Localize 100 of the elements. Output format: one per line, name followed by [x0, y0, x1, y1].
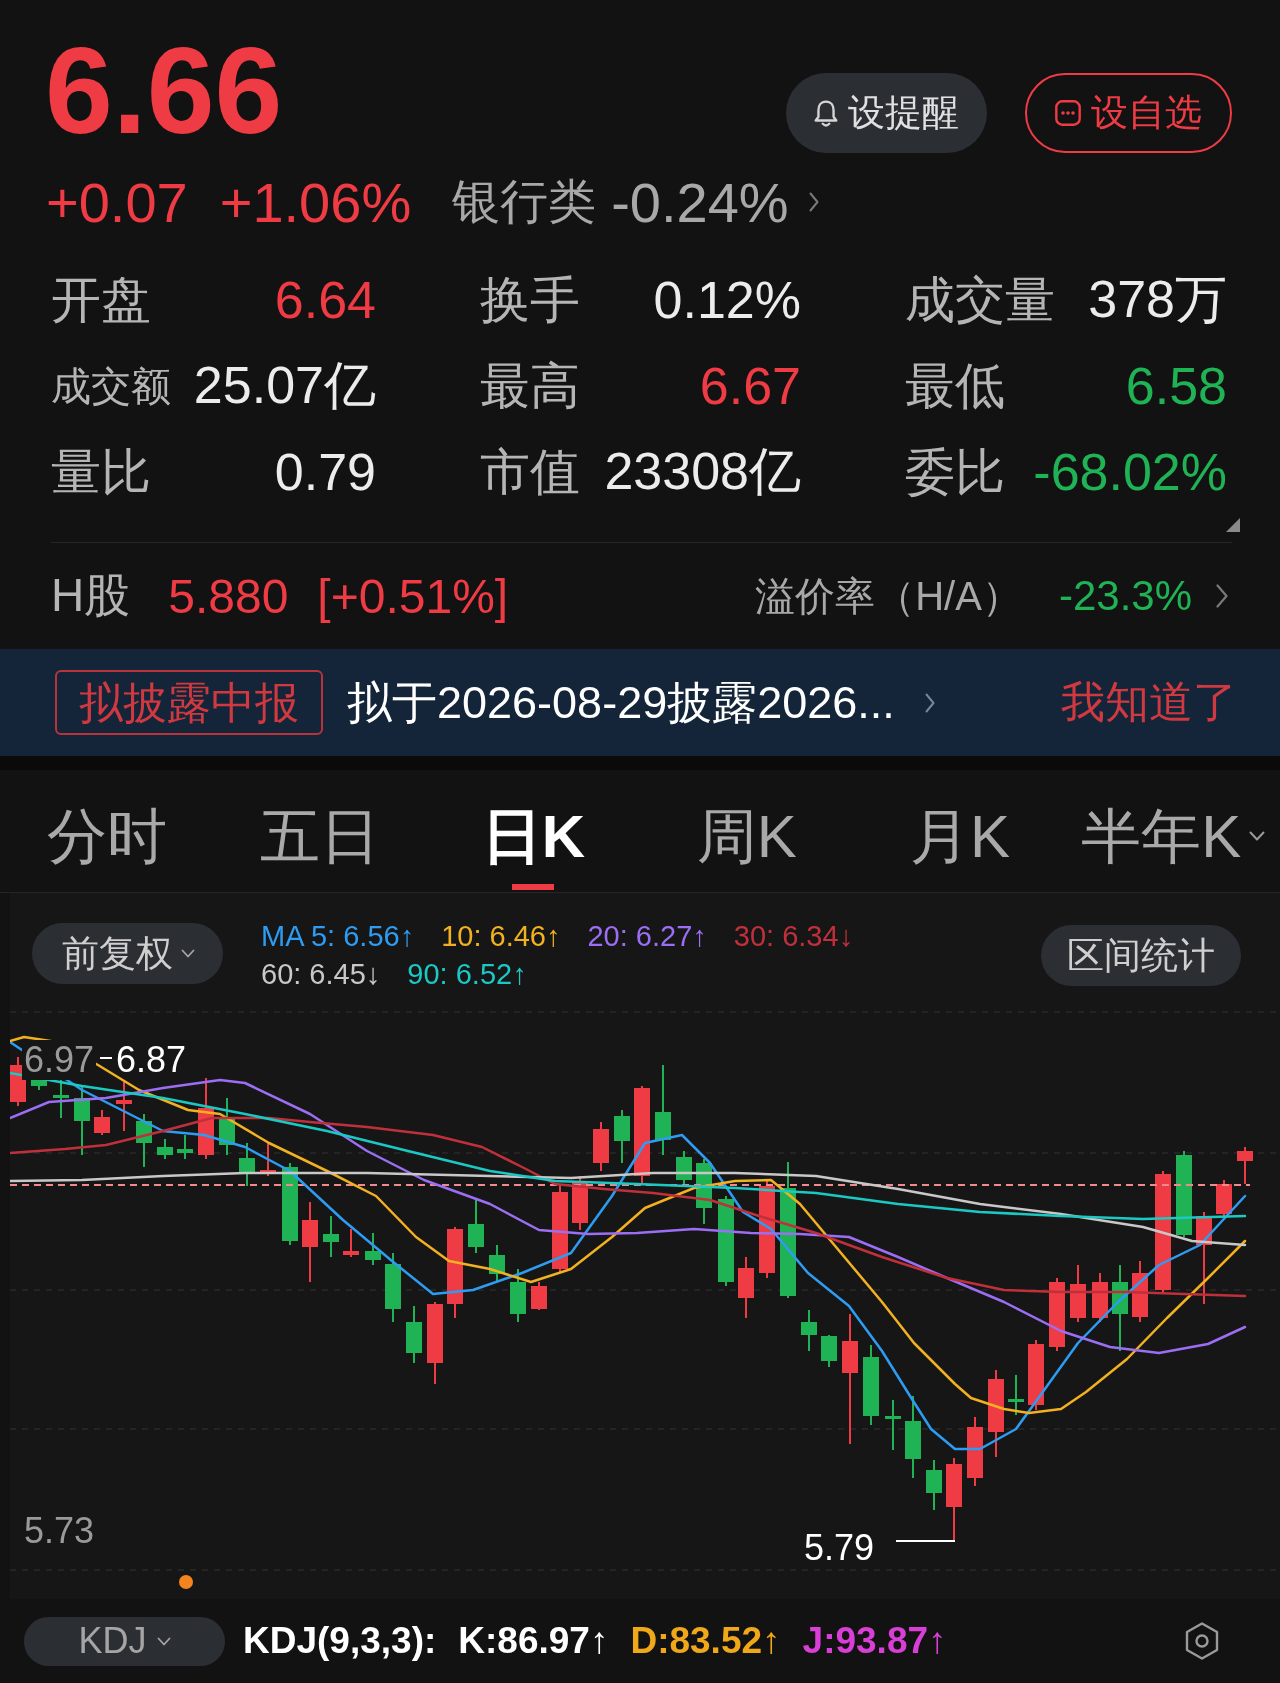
h-share-label: H股: [51, 568, 131, 623]
price-axis-label: 6.97: [22, 1040, 97, 1080]
chevron-right-icon[interactable]: [808, 192, 819, 212]
chart-period-tab[interactable]: 日K: [426, 770, 640, 892]
stat-value: 0.12%: [653, 270, 801, 330]
candlestick: [116, 1081, 132, 1132]
set-alert-button[interactable]: 设提醒: [786, 73, 987, 153]
chevron-right-icon[interactable]: [1216, 584, 1228, 608]
chart-period-tab[interactable]: 周K: [640, 770, 854, 892]
premium-label: 溢价率（H/A）: [755, 572, 1022, 620]
stat-value: 23308亿: [604, 441, 801, 502]
moving-average-label: 20: 6.27↑: [587, 919, 707, 954]
sector-change: -0.24%: [611, 169, 789, 235]
stat-value: 378万: [1088, 269, 1227, 330]
moving-average-label: MA 5: 6.56↑: [261, 919, 415, 954]
price-axis-label: 5.73: [24, 1511, 95, 1551]
dots-box-icon: [1055, 100, 1081, 126]
stat-label: 换手: [480, 270, 580, 330]
indicator-value: K:86.97↑: [458, 1620, 609, 1662]
stat-label: 最低: [905, 356, 1005, 416]
corner-triangle-icon[interactable]: [1226, 518, 1240, 532]
low-price-label: 5.79: [804, 1528, 875, 1568]
chevron-right-icon[interactable]: [924, 692, 935, 713]
stat-label: 成交额: [51, 362, 171, 410]
stat-value: 6.64: [274, 270, 376, 330]
chart-period-tab[interactable]: 分时: [0, 770, 214, 892]
candlestick: [1216, 1179, 1232, 1217]
moving-average-label: 10: 6.46↑: [441, 919, 561, 954]
range-statistics-button[interactable]: 区间统计: [1041, 925, 1241, 986]
price-change: +0.07: [46, 169, 188, 235]
marker-dot-icon[interactable]: [179, 1575, 193, 1589]
candlestick: [696, 1158, 712, 1225]
premium-value: -23.3%: [1058, 572, 1192, 620]
candlestick: [1237, 1146, 1253, 1185]
stat-value: 6.67: [699, 356, 801, 416]
candlestick: [510, 1268, 526, 1323]
candlestick: [53, 1077, 69, 1119]
moving-average-label: 90: 6.52↑: [407, 957, 527, 992]
candlestick: [136, 1113, 152, 1168]
candlestick: [343, 1228, 359, 1258]
candlestick: [801, 1309, 817, 1352]
candlestick: [1132, 1260, 1148, 1323]
candlestick: [676, 1150, 692, 1185]
last-price: 6.66: [45, 30, 283, 160]
h-share-change: [+0.51%]: [317, 568, 509, 624]
indicator-name: KDJ(9,3,3):: [243, 1620, 437, 1662]
chart-period-tab[interactable]: 月K: [853, 770, 1067, 892]
sector-name[interactable]: 银行类: [452, 170, 597, 234]
candlestick: [157, 1138, 173, 1160]
add-to-watchlist-button[interactable]: 设自选: [1025, 73, 1232, 153]
candlestick: [967, 1416, 983, 1487]
candlestick: [885, 1399, 901, 1451]
indicator-value: J:93.87↑: [802, 1620, 947, 1662]
moving-average-label: 30: 6.34↓: [733, 919, 854, 954]
low-price-leader-line: [895, 1540, 956, 1542]
candlestick: [74, 1085, 90, 1156]
stat-value: 6.58: [1125, 356, 1227, 416]
h-share-price: 5.880: [168, 568, 289, 624]
chart-period-tab[interactable]: 半年K: [1066, 770, 1280, 892]
candlestick: [365, 1232, 381, 1266]
notice-banner[interactable]: 拟披露中报 拟于2026-08-29披露2026... 我知道了: [0, 649, 1280, 756]
high-price-label: 6.87: [116, 1040, 187, 1080]
candlestick: [1008, 1374, 1024, 1416]
stat-label: 市值: [480, 442, 580, 502]
candlestick: [239, 1142, 255, 1187]
indicator-selector-button[interactable]: KDJ: [24, 1616, 225, 1666]
candlestick: [177, 1134, 193, 1160]
candlestick: [531, 1281, 547, 1311]
stat-label: 最高: [480, 356, 580, 416]
stat-value: -68.02%: [1033, 442, 1227, 502]
candlestick: [821, 1334, 837, 1368]
price-adjustment-button[interactable]: 前复权: [32, 923, 223, 984]
stat-label: 成交量: [905, 270, 1055, 330]
candlestick: [593, 1121, 609, 1172]
candlestick: [385, 1252, 401, 1323]
bell-icon: [814, 99, 838, 127]
stat-label: 委比: [905, 442, 1005, 502]
stat-value: 0.79: [274, 442, 376, 502]
chart-period-tab[interactable]: 五日: [213, 770, 427, 892]
stat-label: 量比: [51, 442, 151, 502]
high-price-leader-line: [99, 1057, 113, 1059]
candlestick: [406, 1305, 422, 1364]
candlestick: [219, 1097, 235, 1156]
candlestick: [1028, 1339, 1044, 1411]
candlestick: [468, 1199, 484, 1254]
price-change-percent: +1.06%: [219, 169, 412, 235]
settings-icon[interactable]: [1184, 1622, 1220, 1660]
notice-text: 拟于2026-08-29披露2026...: [347, 675, 895, 730]
chevron-down-icon: [156, 1636, 171, 1646]
candlestick: [614, 1109, 630, 1164]
notice-tag: 拟披露中报: [55, 670, 323, 735]
candlestick: [1070, 1264, 1086, 1323]
candlestick: [323, 1215, 339, 1258]
chevron-down-icon: [181, 949, 195, 958]
candlestick: [489, 1244, 505, 1283]
candlestick: [94, 1109, 110, 1136]
candlestick: [260, 1142, 276, 1177]
stat-value: 25.07亿: [193, 355, 376, 416]
indicator-value: D:83.52↑: [630, 1620, 781, 1662]
stat-label: 开盘: [51, 270, 151, 330]
